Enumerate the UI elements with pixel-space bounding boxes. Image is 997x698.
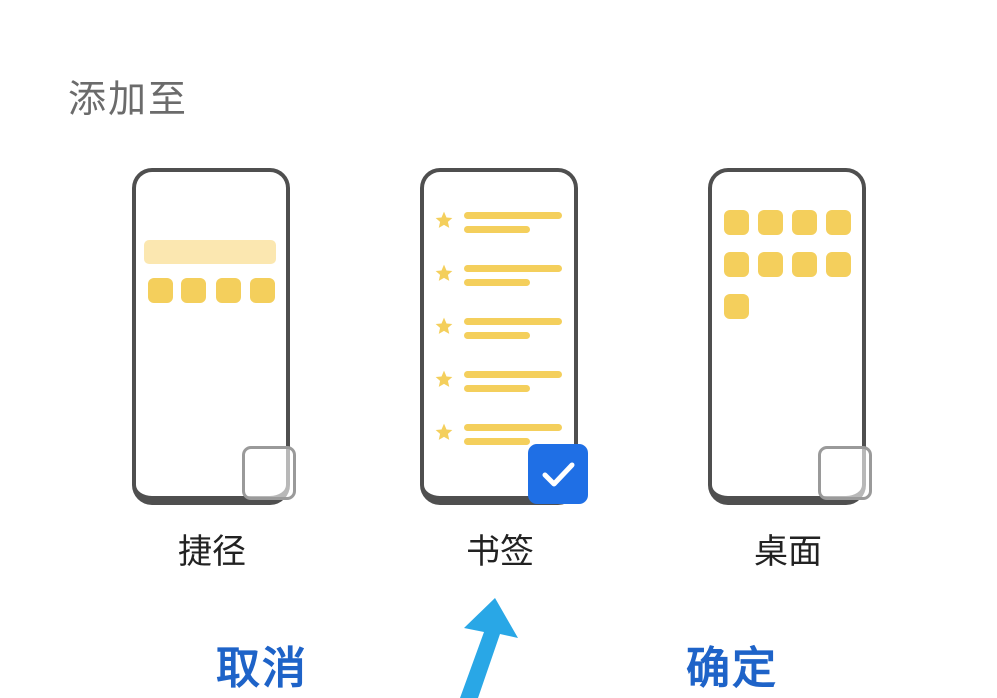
checkmark-icon	[542, 462, 575, 487]
preview-app-tile	[758, 210, 783, 235]
preview-line	[464, 212, 562, 219]
preview-app-tile	[792, 252, 817, 277]
preview-line	[464, 265, 562, 272]
preview-app-tile	[181, 278, 206, 303]
cancel-button[interactable]: 取消	[216, 632, 308, 696]
preview-line	[464, 385, 530, 392]
preview-line	[464, 318, 562, 325]
preview-app-tile	[826, 252, 851, 277]
preview-line	[464, 332, 530, 339]
preview-app-tile	[216, 278, 241, 303]
preview-search-bar	[144, 240, 276, 264]
option-label: 书签	[466, 532, 534, 572]
add-to-dialog: 添加至 捷径 书签 桌面 取消 确定	[0, 0, 997, 698]
preview-line	[464, 438, 530, 445]
confirm-button[interactable]: 确定	[686, 632, 778, 696]
preview-app-tile	[250, 278, 275, 303]
option-label: 捷径	[178, 532, 246, 572]
star-icon	[435, 317, 453, 334]
pointer-arrow-icon	[460, 598, 518, 698]
star-icon	[435, 264, 453, 281]
preview-app-tile	[724, 252, 749, 277]
star-icon	[435, 423, 453, 440]
shortcut-checkbox[interactable]	[242, 446, 296, 500]
preview-app-tile	[792, 210, 817, 235]
bookmark-checkbox[interactable]	[528, 444, 588, 504]
preview-line	[464, 371, 562, 378]
preview-line	[464, 279, 530, 286]
dialog-title: 添加至	[68, 77, 189, 121]
star-icon	[435, 211, 453, 228]
preview-app-tile	[826, 210, 851, 235]
option-label: 桌面	[754, 532, 822, 572]
preview-line	[464, 226, 530, 233]
desktop-checkbox[interactable]	[818, 446, 872, 500]
preview-app-tile	[724, 210, 749, 235]
preview-app-tile	[724, 294, 749, 319]
preview-line	[464, 424, 562, 431]
preview-app-tile	[758, 252, 783, 277]
star-icon	[435, 370, 453, 387]
preview-app-tile	[148, 278, 173, 303]
